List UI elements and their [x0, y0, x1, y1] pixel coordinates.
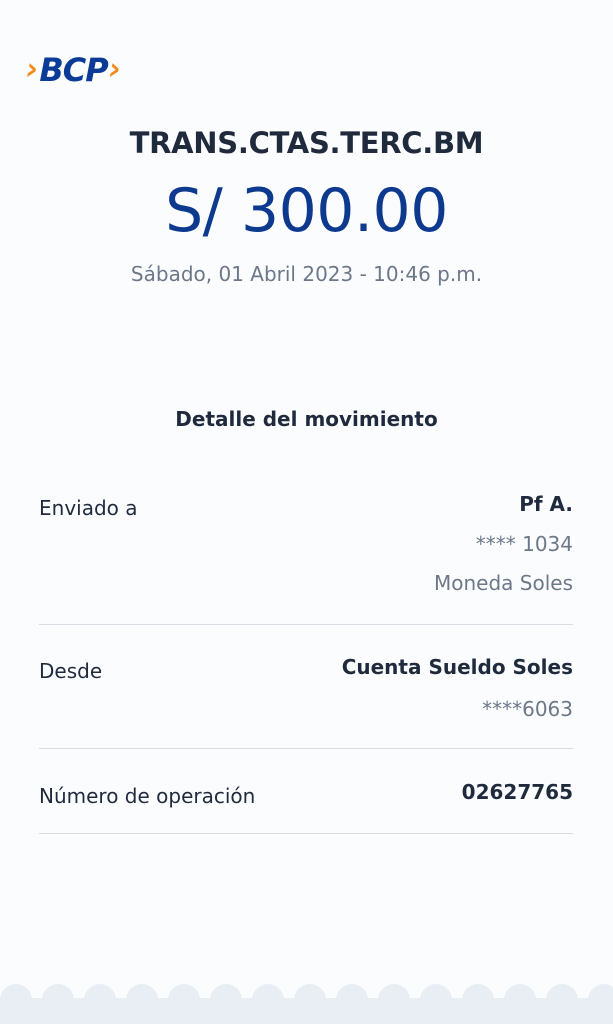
- operation-values: 02627765: [462, 782, 573, 802]
- sent-to-row: Enviado a Pf A. **** 1034 Moneda Soles: [39, 492, 573, 602]
- section-title: Detalle del movimiento: [175, 407, 438, 431]
- transaction-amount: S/ 300.00: [165, 176, 448, 246]
- operation-row: Número de operación 02627765: [39, 780, 573, 810]
- divider: [39, 748, 573, 749]
- operation-label: Número de operación: [39, 784, 256, 808]
- receipt-scalloped-edge: [0, 984, 613, 1024]
- logo-left-chevron-icon: ›: [26, 52, 39, 87]
- from-account-name: Cuenta Sueldo Soles: [341, 655, 573, 679]
- sent-to-values: Pf A. **** 1034 Moneda Soles: [434, 494, 573, 593]
- divider: [39, 624, 573, 625]
- from-values: Cuenta Sueldo Soles ****6063: [342, 657, 573, 719]
- recipient-currency: Moneda Soles: [434, 571, 573, 595]
- recipient-name: Pf A.: [519, 492, 573, 516]
- from-row: Desde Cuenta Sueldo Soles ****6063: [39, 655, 573, 725]
- logo-right-chevron-icon: ›: [108, 52, 122, 87]
- divider: [39, 833, 573, 834]
- operation-number: 02627765: [461, 780, 573, 804]
- from-label: Desde: [39, 659, 103, 683]
- recipient-account: **** 1034: [475, 532, 573, 556]
- transaction-title: TRANS.CTAS.TERC.BM: [129, 126, 484, 160]
- sent-to-label: Enviado a: [39, 496, 138, 520]
- logo-text: BCP: [39, 51, 108, 89]
- transaction-date: Sábado, 01 Abril 2023 - 10:46 p.m.: [130, 262, 483, 286]
- bcp-logo: › BCP ›: [26, 50, 121, 90]
- from-account-number: ****6063: [482, 697, 573, 721]
